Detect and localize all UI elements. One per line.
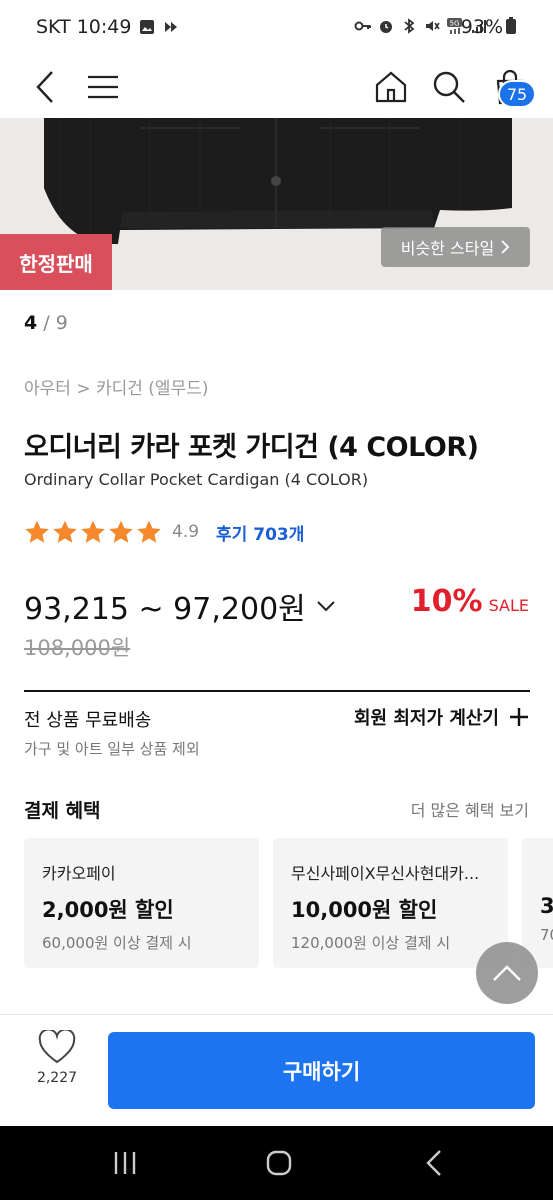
status-bar: SKT 10:49 5G 93% [0,0,553,56]
star-icon [25,520,49,543]
battery-level: 93% [461,16,517,38]
sync-icon [165,22,177,32]
like-count: 2,227 [36,1070,78,1086]
rating-score: 4.9 [172,522,200,542]
back-button[interactable] [28,56,62,118]
image-pager: 4 / 9 [24,312,68,334]
plus-icon [510,708,528,726]
android-nav-bar [0,1126,553,1200]
star-icon [81,520,105,543]
recent-apps-icon[interactable] [110,1148,140,1178]
menu-icon [88,75,118,99]
mute-icon [426,21,440,31]
more-benefits-link[interactable]: 더 많은 혜택 보기 [411,797,529,821]
lowest-price-calculator-button[interactable]: 회원 최저가 계산기 [354,704,529,730]
benefit-name: 카카오페이 [42,864,116,883]
star-icon [109,520,133,543]
menu-button[interactable] [86,56,120,118]
similar-style-button[interactable]: 비슷한 스타일 [381,227,530,267]
home-button[interactable] [372,56,410,118]
pager-current: 4 [24,312,38,334]
divider [24,690,530,692]
payment-benefits-title: 결제 혜택 [24,800,101,822]
free-shipping-note: 가구 및 아트 일부 상품 제외 [24,740,200,758]
back-icon [36,71,53,103]
search-button[interactable] [430,56,468,118]
free-shipping-label: 전 상품 무료배송 [24,710,152,731]
home-icon [375,71,407,103]
benefit-condition: 60,000원 이상 결제 시 [42,934,192,952]
price-range-value: 93,215 ~ 97,200원 [24,592,306,627]
chevron-right-icon [501,240,510,254]
similar-style-label: 비슷한 스타일 [400,239,495,258]
svg-text:5G: 5G [450,20,460,28]
battery-icon [506,17,516,34]
chevron-up-icon [493,965,521,981]
discount-percent: 10% [410,584,483,619]
top-nav [0,56,553,118]
key-icon [354,21,371,31]
limited-sale-badge: 한정판매 [0,234,112,290]
benefit-card[interactable]: 카카오페이 2,000원 할인 60,000원 이상 결제 시 [24,838,259,968]
benefit-name: 무신사페이X무신사현대카... [291,864,480,883]
image-icon [140,20,154,34]
benefit-condition: 120,000원 이상 결제 시 [291,934,451,952]
product-title-english: Ordinary Collar Pocket Cardigan (4 COLOR… [24,470,369,489]
price-range[interactable]: 93,215 ~ 97,200원 [24,584,336,628]
like-button[interactable]: 2,227 [22,1030,92,1110]
benefit-amount: 2,000원 할인 [42,898,174,922]
original-price: 108,000원 [24,636,131,660]
back-nav-icon[interactable] [420,1148,450,1178]
alarm-icon [380,21,392,33]
breadcrumb[interactable]: 아우터 > 카디건 (엘무드) [24,374,208,399]
search-icon [433,71,465,103]
pager-separator: / [43,312,50,334]
discount: 10% SALE [411,584,529,619]
pager-total: 9 [55,312,68,334]
benefit-card[interactable]: 무신사페이X무신사현대카... 10,000원 할인 120,000원 이상 결… [273,838,508,968]
bluetooth-icon [404,18,415,34]
star-icon [137,520,161,543]
product-title: 오디너리 카라 포켓 가디건 (4 COLOR) [24,432,479,463]
review-count-link[interactable]: 후기 703개 [216,520,304,545]
cart-count-badge: 75 [498,80,536,108]
status-time: SKT 10:49 [36,16,132,38]
benefit-amount: 10,000원 할인 [291,898,438,922]
heart-icon [38,1030,76,1064]
chevron-down-icon [317,601,335,612]
sale-label: SALE [488,596,529,615]
calc-label: 회원 최저가 계산기 [353,708,499,729]
star-icon [53,520,77,543]
scroll-to-top-button[interactable] [476,942,538,1004]
buy-button[interactable]: 구매하기 [108,1032,535,1109]
star-rating [24,519,162,545]
rating-row: 4.9 후기 703개 [24,516,304,548]
home-nav-icon[interactable] [264,1148,294,1178]
